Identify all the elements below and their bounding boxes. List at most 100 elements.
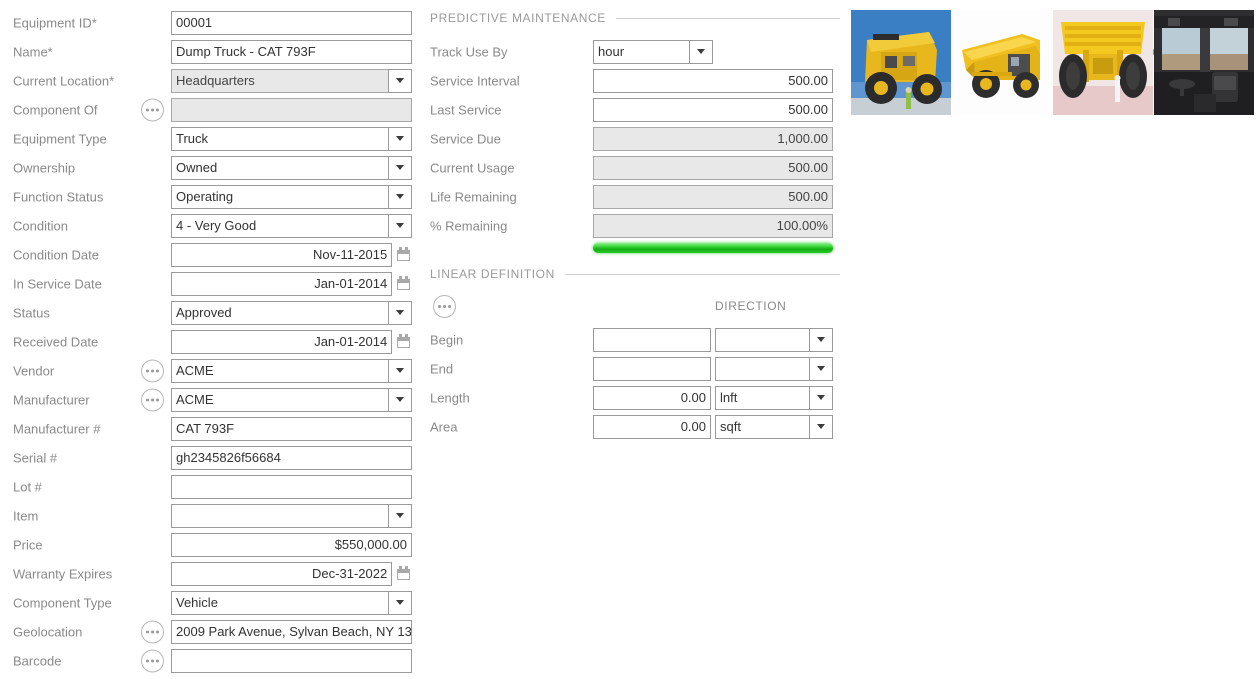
- thumbnail-dump-truck-front-blue-sky[interactable]: [851, 10, 951, 115]
- condition-date-control: Nov-11-2015: [171, 243, 412, 267]
- dropdown-button[interactable]: [388, 69, 412, 93]
- track-use-by-input[interactable]: hour: [593, 40, 689, 64]
- chevron-down-icon: [396, 78, 404, 83]
- service-due-input: 1,000.00: [593, 127, 833, 151]
- manufacturer-input[interactable]: CAT 793F: [171, 417, 412, 441]
- geolocation-input[interactable]: 2009 Park Avenue, Sylvan Beach, NY 13157: [171, 620, 412, 644]
- dropdown-button[interactable]: [809, 357, 833, 381]
- area-value-input[interactable]: 0.00: [593, 415, 711, 439]
- lot-input[interactable]: [171, 475, 412, 499]
- equipment-image-gallery: [851, 10, 1254, 115]
- warranty-expires-input[interactable]: Dec-31-2022: [171, 562, 392, 586]
- function-status-input[interactable]: Operating: [171, 185, 388, 209]
- status-input[interactable]: Approved: [171, 301, 388, 325]
- component-of-input[interactable]: [171, 98, 412, 122]
- serial-control: gh2345826f56684: [171, 446, 412, 470]
- geolocation-control: 2009 Park Avenue, Sylvan Beach, NY 13157: [171, 620, 412, 644]
- dropdown-button[interactable]: [388, 185, 412, 209]
- track-use-by-combo[interactable]: hour: [593, 40, 713, 64]
- section-divider: [565, 274, 840, 275]
- component-of-lookup-button[interactable]: [141, 98, 164, 121]
- component-type-combo[interactable]: Vehicle: [171, 591, 412, 615]
- manufacturer-lookup-button[interactable]: [141, 388, 164, 411]
- calendar-icon[interactable]: [397, 334, 412, 349]
- dropdown-button[interactable]: [388, 301, 412, 325]
- item-label: Item: [13, 508, 38, 523]
- area-direction-combo[interactable]: sqft: [715, 415, 833, 439]
- function-status-combo[interactable]: Operating: [171, 185, 412, 209]
- condition-combo[interactable]: 4 - Very Good: [171, 214, 412, 238]
- begin-direction-combo[interactable]: [715, 328, 833, 352]
- current-location-input[interactable]: Headquarters: [171, 69, 388, 93]
- equipment-type-input[interactable]: Truck: [171, 127, 388, 151]
- field-row-component-of: Component Of: [0, 95, 425, 124]
- received-date-input[interactable]: Jan-01-2014: [171, 330, 392, 354]
- dropdown-button[interactable]: [388, 388, 412, 412]
- item-combo[interactable]: [171, 504, 412, 528]
- dropdown-button[interactable]: [388, 504, 412, 528]
- manufacturer-combo[interactable]: ACME: [171, 388, 412, 412]
- calendar-icon[interactable]: [397, 247, 412, 262]
- vendor-input[interactable]: ACME: [171, 359, 388, 383]
- field-row-service-interval: Service Interval500.00: [430, 66, 840, 95]
- serial-input[interactable]: gh2345826f56684: [171, 446, 412, 470]
- dropdown-button[interactable]: [809, 415, 833, 439]
- dropdown-button[interactable]: [388, 127, 412, 151]
- vendor-combo[interactable]: ACME: [171, 359, 412, 383]
- vendor-lookup-button[interactable]: [141, 359, 164, 382]
- ownership-combo[interactable]: Owned: [171, 156, 412, 180]
- equipment-type-combo[interactable]: Truck: [171, 127, 412, 151]
- dropdown-button[interactable]: [809, 386, 833, 410]
- calendar-icon[interactable]: [397, 276, 412, 291]
- dropdown-button[interactable]: [809, 328, 833, 352]
- manufacturer-label: Manufacturer #: [13, 421, 100, 436]
- current-usage-label: Current Usage: [430, 160, 515, 175]
- length-direction-combo[interactable]: lnft: [715, 386, 833, 410]
- end-direction-input[interactable]: [715, 357, 809, 381]
- equipment-details-form: Equipment ID* 00001Name*Dump Truck - CAT …: [0, 8, 425, 675]
- dropdown-button[interactable]: [388, 591, 412, 615]
- track-use-by-dropdown-button[interactable]: [689, 40, 713, 64]
- dropdown-button[interactable]: [388, 156, 412, 180]
- end-direction-combo[interactable]: [715, 357, 833, 381]
- length-direction-input[interactable]: lnft: [715, 386, 809, 410]
- chevron-down-icon: [817, 395, 825, 400]
- begin-direction-input[interactable]: [715, 328, 809, 352]
- status-combo[interactable]: Approved: [171, 301, 412, 325]
- condition-input[interactable]: 4 - Very Good: [171, 214, 388, 238]
- calendar-icon[interactable]: [397, 566, 412, 581]
- barcode-lookup-button[interactable]: [141, 649, 164, 672]
- in-service-date-input[interactable]: Jan-01-2014: [171, 272, 392, 296]
- barcode-input[interactable]: [171, 649, 412, 673]
- area-direction-input[interactable]: sqft: [715, 415, 809, 439]
- thumbnail-dump-truck-rear-bed-raised[interactable]: [1053, 10, 1153, 115]
- linear-definition-lookup-button[interactable]: [433, 295, 456, 318]
- end-value-input[interactable]: [593, 357, 711, 381]
- remaining-input: 100.00%: [593, 214, 833, 238]
- ownership-input[interactable]: Owned: [171, 156, 388, 180]
- name-input[interactable]: Dump Truck - CAT 793F: [171, 40, 412, 64]
- component-of-label: Component Of: [13, 102, 98, 117]
- status-control: Approved: [171, 301, 412, 325]
- geolocation-lookup-button[interactable]: [141, 620, 164, 643]
- price-input[interactable]: $550,000.00: [171, 533, 412, 557]
- field-row-received-date: Received DateJan-01-2014: [0, 327, 425, 356]
- thumbnail-dump-truck-cab-interior[interactable]: [1154, 10, 1254, 115]
- length-value-input[interactable]: 0.00: [593, 386, 711, 410]
- price-control: $550,000.00: [171, 533, 412, 557]
- field-row-name: Name*Dump Truck - CAT 793F: [0, 37, 425, 66]
- current-location-combo[interactable]: Headquarters: [171, 69, 412, 93]
- condition-date-input[interactable]: Nov-11-2015: [171, 243, 392, 267]
- item-input[interactable]: [171, 504, 388, 528]
- equipment-id-input[interactable]: 00001: [171, 11, 412, 35]
- manufacturer-input[interactable]: ACME: [171, 388, 388, 412]
- chevron-down-icon: [396, 194, 404, 199]
- begin-value-input[interactable]: [593, 328, 711, 352]
- thumbnail-dump-truck-side-white-bg[interactable]: [952, 10, 1052, 115]
- service-interval-input[interactable]: 500.00: [593, 69, 833, 93]
- last-service-input[interactable]: 500.00: [593, 98, 833, 122]
- dropdown-button[interactable]: [388, 214, 412, 238]
- dropdown-button[interactable]: [388, 359, 412, 383]
- equipment-id-label: Equipment ID*: [13, 15, 97, 30]
- component-type-input[interactable]: Vehicle: [171, 591, 388, 615]
